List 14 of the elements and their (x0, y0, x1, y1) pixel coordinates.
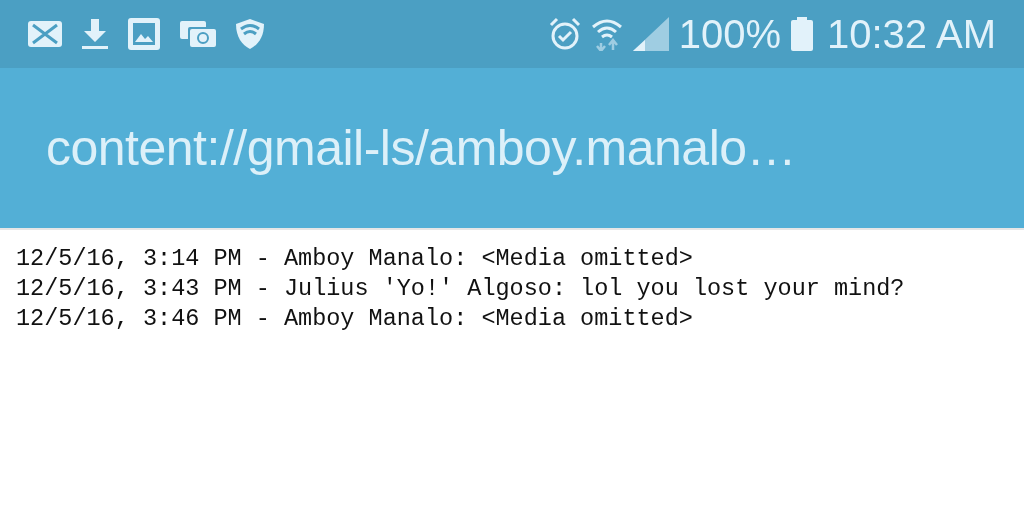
clock: 10:32 AM (827, 14, 996, 54)
image-icon (128, 18, 160, 50)
battery-percent: 100% (678, 14, 781, 54)
chat-line: 12/5/16, 3:46 PM - Amboy Manalo: <Media omitted> (16, 304, 694, 334)
battery-icon (791, 17, 813, 51)
wifi-icon (590, 17, 623, 51)
signal-icon (632, 17, 669, 51)
app-title: content://gmail-ls/amboy.manalo… (46, 119, 797, 177)
mail-icon (28, 21, 62, 47)
download-icon (82, 19, 108, 49)
shield-wifi-icon (236, 19, 264, 49)
alarm-icon (548, 17, 581, 51)
chat-line: 12/5/16, 3:43 PM - Julius 'Yo!' Algoso: lol you lost your mind? (16, 274, 906, 304)
chat-line: 12/5/16, 3:14 PM - Amboy Manalo: <Media omitted> (16, 244, 694, 274)
